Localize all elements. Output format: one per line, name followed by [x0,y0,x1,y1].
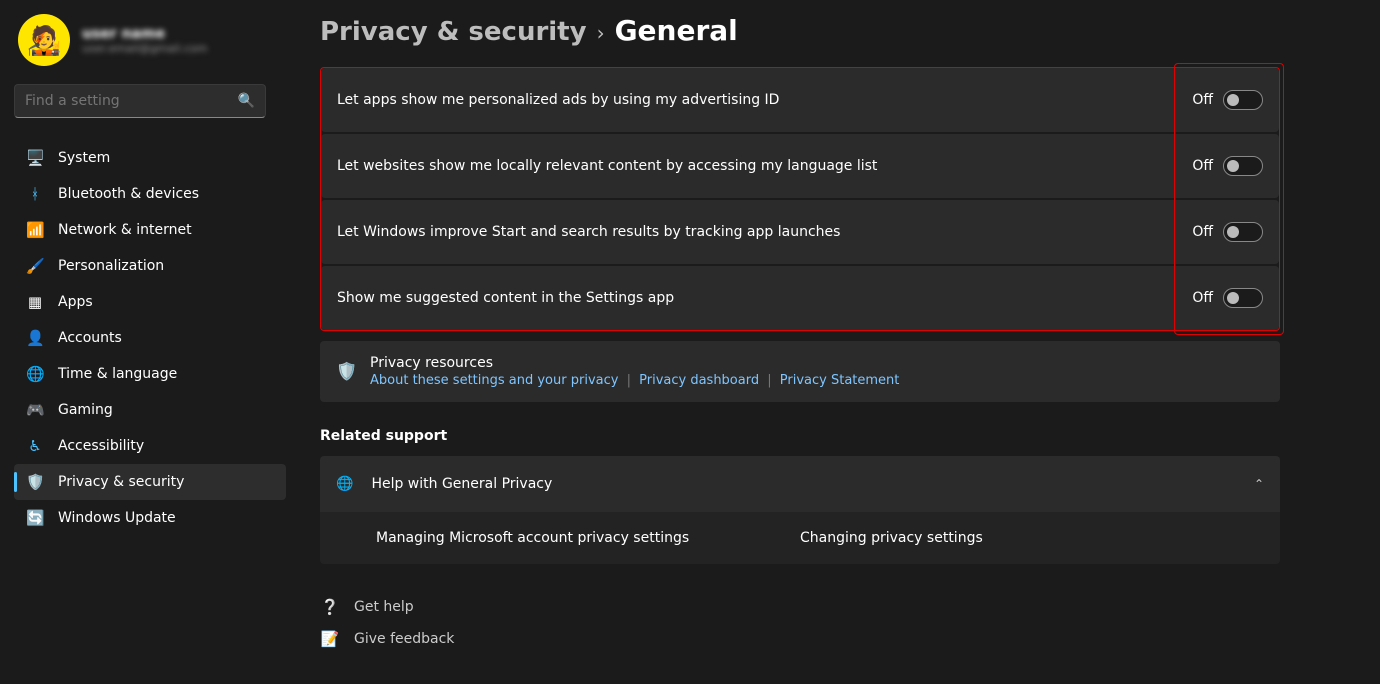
display-icon: 🖥️ [26,149,44,167]
toggle-switch[interactable] [1223,90,1263,110]
sidebar-item-apps[interactable]: ▦ Apps [14,284,286,320]
profile-email: user.email@gmail.com [82,42,207,55]
search-box[interactable]: 🔍 [14,84,266,118]
sidebar-item-label: Windows Update [58,510,176,526]
sidebar-item-label: Privacy & security [58,474,184,490]
sidebar-item-label: System [58,150,110,166]
toggle-switch[interactable] [1223,156,1263,176]
setting-label: Show me suggested content in the Setting… [337,290,674,306]
toggle-state-label: Off [1192,92,1213,108]
wifi-icon: 📶 [26,221,44,239]
avatar: 🧑‍🎤 [18,14,70,66]
footer-links: ❔ Get help 📝 Give feedback [320,598,1280,648]
related-support-heading: Related support [320,428,1280,444]
sidebar: 🧑‍🎤 user name user.email@gmail.com 🔍 🖥️ … [0,0,300,684]
sidebar-item-system[interactable]: 🖥️ System [14,140,286,176]
sidebar-item-privacy[interactable]: 🛡️ Privacy & security [14,464,286,500]
profile-block[interactable]: 🧑‍🎤 user name user.email@gmail.com [14,14,286,66]
chevron-up-icon: ⌃ [1254,477,1264,491]
search-input[interactable] [25,93,238,109]
feedback-icon: 📝 [320,630,340,648]
link-about-settings[interactable]: About these settings and your privacy [370,373,618,388]
profile-text: user name user.email@gmail.com [82,26,207,55]
accessibility-icon: ♿ [26,437,44,455]
resources-title: Privacy resources [370,355,899,371]
toggle-state-label: Off [1192,290,1213,306]
search-icon: 🔍 [238,93,255,109]
link-privacy-statement[interactable]: Privacy Statement [780,373,900,388]
brush-icon: 🖌️ [26,257,44,275]
help-expander[interactable]: 🌐 Help with General Privacy ⌃ [320,456,1280,512]
setting-label: Let websites show me locally relevant co… [337,158,877,174]
sidebar-item-label: Personalization [58,258,164,274]
sidebar-item-label: Time & language [58,366,177,382]
globe-help-icon: 🌐 [336,476,353,492]
sidebar-item-update[interactable]: 🔄 Windows Update [14,500,286,536]
toggle-switch[interactable] [1223,288,1263,308]
sidebar-item-time[interactable]: 🌐 Time & language [14,356,286,392]
sidebar-item-gaming[interactable]: 🎮 Gaming [14,392,286,428]
setting-label: Let apps show me personalized ads by usi… [337,92,779,108]
help-link-manage-account[interactable]: Managing Microsoft account privacy setti… [376,530,800,546]
update-icon: 🔄 [26,509,44,527]
page-title: General [615,14,738,47]
main-content: Privacy & security › General Let apps sh… [300,0,1380,684]
person-icon: 👤 [26,329,44,347]
privacy-resources-row: 🛡️ Privacy resources About these setting… [320,341,1280,402]
apps-icon: ▦ [26,293,44,311]
resources-links: About these settings and your privacy | … [370,373,899,388]
breadcrumb-parent[interactable]: Privacy & security [320,17,587,47]
sidebar-item-bluetooth[interactable]: ᚼ Bluetooth & devices [14,176,286,212]
toggle-state-label: Off [1192,224,1213,240]
link-label: Give feedback [354,631,454,647]
sidebar-item-label: Bluetooth & devices [58,186,199,202]
link-label: Get help [354,599,414,615]
toggle-state-label: Off [1192,158,1213,174]
general-settings-group: Let apps show me personalized ads by usi… [320,67,1280,331]
sidebar-item-label: Gaming [58,402,113,418]
expander-title: Help with General Privacy [371,476,552,492]
setting-label: Let Windows improve Start and search res… [337,224,840,240]
sidebar-item-accessibility[interactable]: ♿ Accessibility [14,428,286,464]
shield-icon: 🛡️ [26,473,44,491]
chevron-right-icon: › [597,21,605,45]
sidebar-item-label: Accessibility [58,438,144,454]
setting-row-suggested-content[interactable]: Show me suggested content in the Setting… [321,266,1279,330]
setting-row-app-launch-tracking[interactable]: Let Windows improve Start and search res… [321,200,1279,264]
sidebar-item-label: Accounts [58,330,122,346]
sidebar-item-personalization[interactable]: 🖌️ Personalization [14,248,286,284]
profile-name: user name [82,26,207,42]
link-privacy-dashboard[interactable]: Privacy dashboard [639,373,759,388]
give-feedback-link[interactable]: 📝 Give feedback [320,630,1280,648]
help-link-change-settings[interactable]: Changing privacy settings [800,530,1224,546]
setting-row-language-list[interactable]: Let websites show me locally relevant co… [321,134,1279,198]
bluetooth-icon: ᚼ [26,185,44,203]
gamepad-icon: 🎮 [26,401,44,419]
setting-row-advertising-id[interactable]: Let apps show me personalized ads by usi… [321,68,1279,132]
sidebar-item-accounts[interactable]: 👤 Accounts [14,320,286,356]
get-help-link[interactable]: ❔ Get help [320,598,1280,616]
sidebar-item-label: Apps [58,294,93,310]
toggle-switch[interactable] [1223,222,1263,242]
globe-icon: 🌐 [26,365,44,383]
shield-icon: 🛡️ [336,362,356,382]
help-icon: ❔ [320,598,340,616]
sidebar-item-network[interactable]: 📶 Network & internet [14,212,286,248]
breadcrumb: Privacy & security › General [320,14,1280,47]
help-expander-body: Managing Microsoft account privacy setti… [320,512,1280,564]
sidebar-item-label: Network & internet [58,222,192,238]
sidebar-nav: 🖥️ System ᚼ Bluetooth & devices 📶 Networ… [14,140,286,536]
